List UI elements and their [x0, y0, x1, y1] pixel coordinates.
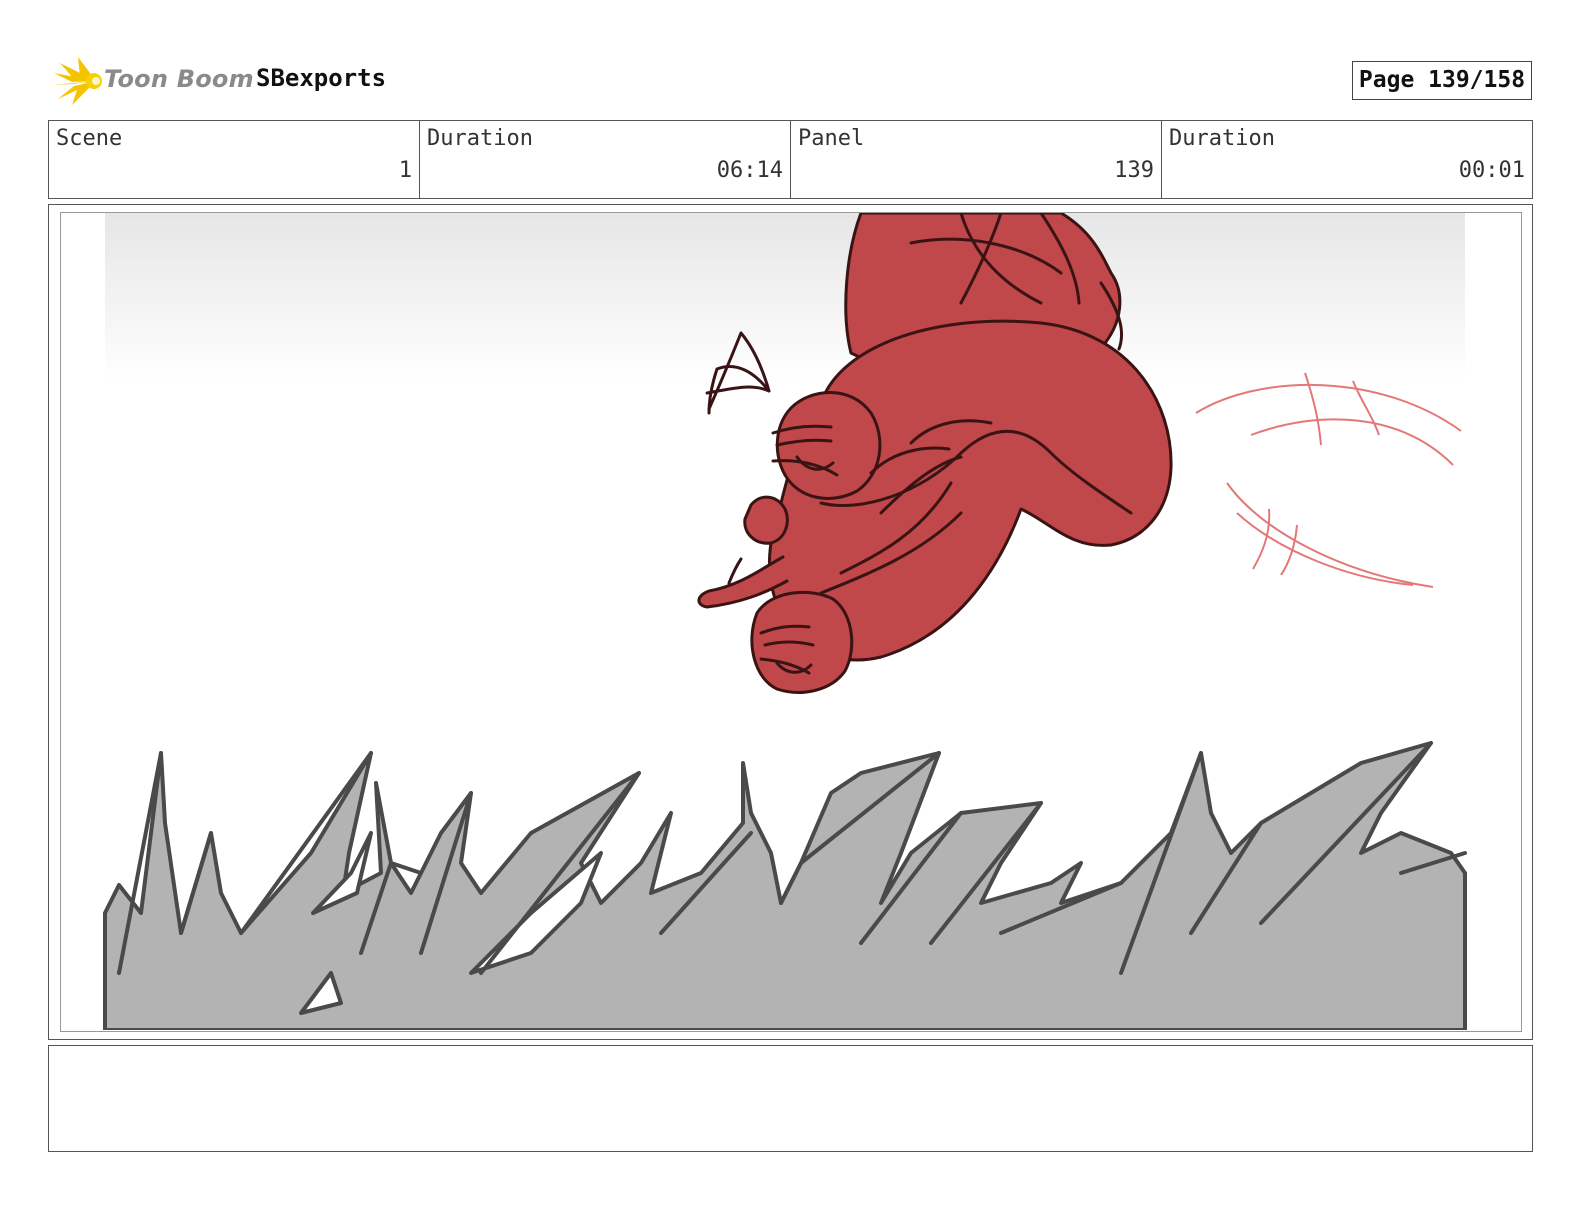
project-name: SBexports	[256, 64, 387, 92]
panel-value: 139	[1114, 158, 1154, 183]
panel-drawing	[103, 213, 1467, 1031]
scene-duration-value: 06:14	[716, 158, 783, 183]
scene-cell: Scene 1	[49, 121, 419, 198]
panel-duration-cell: Duration 00:01	[1161, 121, 1532, 198]
page-label: Page 139/158	[1358, 67, 1526, 93]
panel-cell: Panel 139	[790, 121, 1161, 198]
panel-duration-label: Duration	[1169, 126, 1275, 151]
panel-notes	[48, 1045, 1533, 1152]
page-indicator: Page 139/158	[1352, 61, 1532, 100]
panel-label: Panel	[798, 126, 865, 151]
logo-text: Toon Boom	[104, 65, 254, 93]
scene-duration-label: Duration	[427, 126, 533, 151]
panel-info-table: Scene 1 Duration 06:14 Panel 139 Duratio…	[48, 120, 1533, 199]
starburst-icon	[52, 57, 102, 105]
panel-drawing-frame	[60, 212, 1522, 1032]
toon-boom-logo: Toon Boom	[50, 55, 254, 107]
scene-duration-cell: Duration 06:14	[419, 121, 790, 198]
scene-label: Scene	[56, 126, 123, 151]
panel-duration-value: 00:01	[1458, 158, 1525, 183]
storyboard-panel	[48, 204, 1533, 1040]
sky-background	[105, 213, 1465, 383]
scene-value: 1	[398, 158, 412, 183]
